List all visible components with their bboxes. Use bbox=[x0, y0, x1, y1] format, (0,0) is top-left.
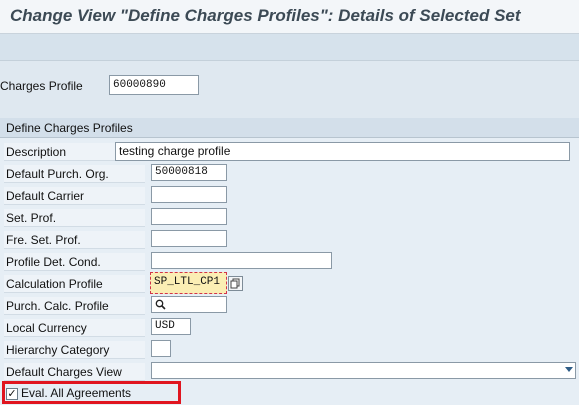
title-bar: Change View "Define Charges Profiles": D… bbox=[0, 0, 579, 34]
window-title: Change View "Define Charges Profiles": D… bbox=[10, 6, 521, 25]
purch-calc-profile-label: Purch. Calc. Profile bbox=[4, 297, 145, 315]
calc-profile-value: SP_LTL_CP1 bbox=[154, 276, 221, 288]
hierarchy-category-label: Hierarchy Category bbox=[4, 341, 145, 359]
chevron-down-icon[interactable] bbox=[565, 367, 573, 372]
copy-icon[interactable] bbox=[228, 276, 243, 291]
profile-det-cond-label: Profile Det. Cond. bbox=[4, 253, 145, 271]
profile-det-cond-field[interactable] bbox=[151, 252, 332, 269]
charges-view-label: Default Charges View bbox=[4, 363, 145, 381]
calc-profile-field[interactable]: SP_LTL_CP1 bbox=[150, 272, 227, 294]
description-field[interactable]: testing charge profile bbox=[115, 142, 570, 161]
group-title: Define Charges Profiles bbox=[6, 121, 133, 135]
charges-profile-label: Charges Profile bbox=[0, 79, 83, 93]
purch-org-label: Default Purch. Org. bbox=[4, 165, 145, 183]
purch-calc-profile-field[interactable] bbox=[151, 296, 227, 313]
local-currency-field[interactable]: USD bbox=[151, 318, 191, 335]
search-icon bbox=[155, 299, 166, 310]
fre-set-prof-label: Fre. Set. Prof. bbox=[4, 231, 145, 249]
fre-set-prof-field[interactable] bbox=[151, 230, 227, 247]
charges-view-dropdown[interactable] bbox=[151, 362, 576, 379]
annotation-highlight-box bbox=[2, 381, 181, 404]
application-toolbar bbox=[0, 34, 579, 61]
carrier-label: Default Carrier bbox=[4, 187, 145, 205]
charges-profile-field[interactable]: 60000890 bbox=[109, 75, 199, 95]
hierarchy-category-field[interactable] bbox=[151, 340, 171, 357]
carrier-field[interactable] bbox=[151, 186, 227, 203]
set-prof-field[interactable] bbox=[151, 208, 227, 225]
group-header: Define Charges Profiles bbox=[0, 118, 579, 138]
local-currency-label: Local Currency bbox=[4, 319, 145, 337]
purch-org-field[interactable]: 50000818 bbox=[151, 164, 227, 181]
set-prof-label: Set. Prof. bbox=[4, 209, 145, 227]
calc-profile-label: Calculation Profile bbox=[4, 275, 145, 293]
